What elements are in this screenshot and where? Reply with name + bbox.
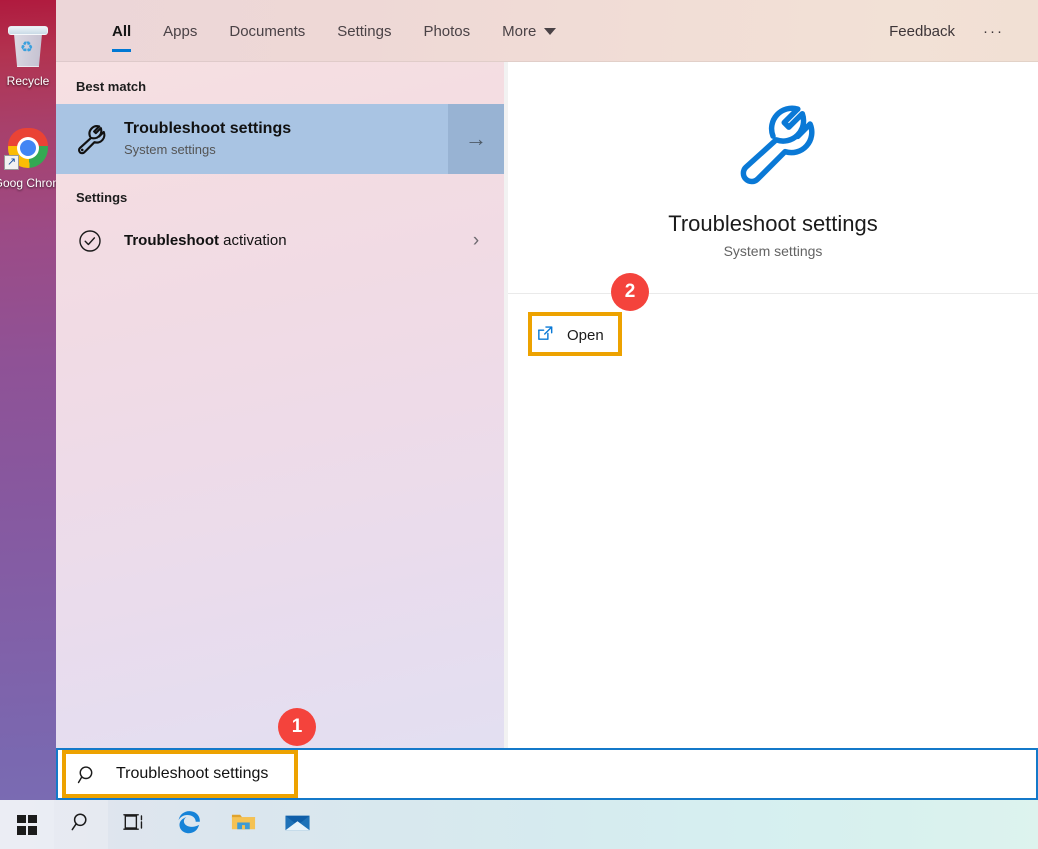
task-view-icon — [123, 811, 147, 838]
step-badge-1: 1 — [278, 708, 316, 746]
desktop-icon-label: Recycle — [6, 74, 50, 88]
open-button-label: Open — [567, 326, 604, 344]
overflow-menu-button[interactable]: ··· — [969, 23, 1018, 40]
search-input[interactable]: Troubleshoot settings — [56, 748, 1038, 800]
tab-label: Apps — [163, 22, 198, 40]
result-row-troubleshoot-settings[interactable]: Troubleshoot settings System settings → — [56, 104, 504, 174]
search-flyout: All Apps Documents Settings Photos More … — [56, 0, 1038, 800]
search-preview-pane: Troubleshoot settings System settings Op… — [508, 62, 1038, 800]
windows-logo-icon — [17, 814, 37, 835]
folder-icon — [230, 810, 257, 839]
tab-label: Settings — [337, 22, 392, 40]
best-match-group-label: Best match — [76, 79, 147, 94]
preview-actions: Open — [508, 294, 1038, 354]
wrench-icon — [727, 97, 819, 194]
tab-documents[interactable]: Documents — [213, 0, 321, 62]
preview-header: Troubleshoot settings System settings — [508, 62, 1038, 294]
search-body: Best match Troubleshoot settings System … — [56, 62, 1038, 800]
shortcut-arrow-icon: ↗ — [4, 155, 19, 170]
chevron-down-icon — [544, 27, 557, 35]
search-header: All Apps Documents Settings Photos More … — [56, 0, 1038, 62]
result-text: Troubleshoot settings System settings — [124, 119, 448, 159]
feedback-button[interactable]: Feedback — [875, 23, 969, 40]
tab-label: Photos — [423, 22, 471, 40]
settings-group-label: Settings — [76, 190, 128, 205]
arrow-right-icon[interactable]: → — [448, 104, 504, 174]
tab-all[interactable]: All — [96, 0, 147, 62]
wrench-icon — [56, 122, 124, 156]
tab-label: Documents — [229, 22, 306, 40]
desktop-icon-label: Goog — [0, 176, 23, 190]
start-button[interactable] — [0, 800, 54, 849]
preview-title: Troubleshoot settings — [668, 210, 878, 236]
search-icon — [58, 764, 116, 785]
result-text: Troubleshoot activation — [124, 231, 448, 251]
search-tabs: All Apps Documents Settings Photos More — [56, 0, 572, 62]
tab-apps[interactable]: Apps — [147, 0, 213, 62]
open-external-icon — [536, 324, 555, 347]
result-title-match: Troubleshoot — [124, 232, 219, 249]
preview-subtitle: System settings — [723, 242, 823, 259]
search-results-pane: Best match Troubleshoot settings System … — [56, 62, 504, 800]
file-explorer-button[interactable] — [216, 800, 270, 849]
chevron-right-icon[interactable]: › — [448, 215, 504, 267]
step-badge-2: 2 — [611, 273, 649, 311]
edge-button[interactable] — [162, 800, 216, 849]
check-circle-icon — [56, 229, 124, 253]
mail-icon — [284, 811, 311, 838]
tab-more[interactable]: More — [486, 0, 572, 62]
open-button[interactable]: Open — [522, 316, 622, 354]
recycle-bin-icon: ♻ — [4, 22, 52, 70]
result-row-troubleshoot-activation[interactable]: Troubleshoot activation › — [56, 215, 504, 267]
search-header-actions: Feedback ··· — [875, 0, 1038, 62]
taskbar — [0, 800, 1038, 849]
google-chrome-icon: ↗ — [4, 124, 52, 172]
edge-icon — [176, 809, 202, 840]
result-title-rest: activation — [219, 232, 287, 249]
tab-photos[interactable]: Photos — [407, 0, 486, 62]
result-title: Troubleshoot settings — [124, 120, 292, 137]
search-input-value: Troubleshoot settings — [116, 765, 269, 782]
tab-settings[interactable]: Settings — [321, 0, 407, 62]
tab-label: More — [502, 22, 537, 40]
mail-button[interactable] — [270, 800, 324, 849]
result-subtitle: System settings — [124, 142, 216, 157]
taskbar-search-button[interactable] — [54, 800, 108, 849]
tab-label: All — [112, 22, 132, 40]
task-view-button[interactable] — [108, 800, 162, 849]
search-icon — [70, 811, 92, 838]
result-title: Troubleshoot activation — [124, 231, 448, 251]
